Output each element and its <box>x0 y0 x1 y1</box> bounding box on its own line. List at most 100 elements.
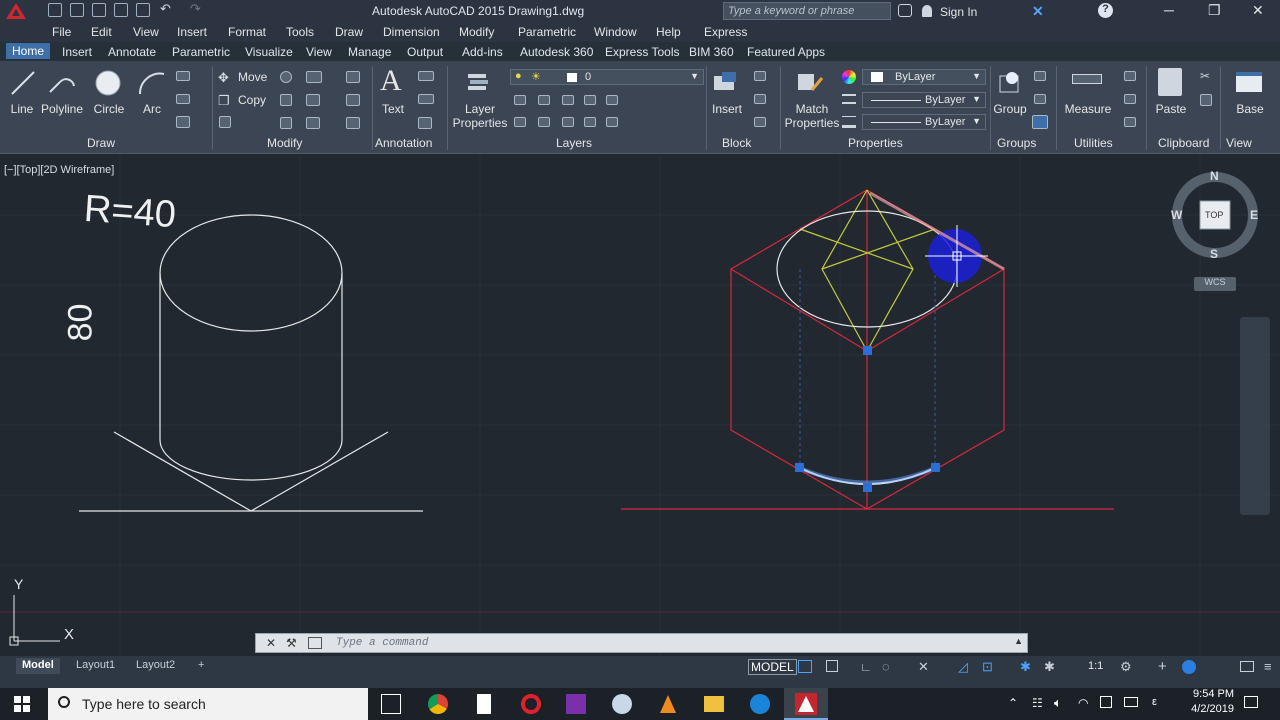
fillet-icon[interactable] <box>306 94 320 106</box>
command-input[interactable]: Type a command <box>336 637 428 649</box>
menu-view[interactable]: View <box>133 25 159 39</box>
move-button[interactable]: Move <box>238 70 267 84</box>
leader-icon[interactable] <box>418 94 434 104</box>
open-icon[interactable] <box>70 3 84 17</box>
menu-help[interactable]: Help <box>656 25 681 39</box>
command-prompt-icon[interactable] <box>308 637 322 649</box>
new-icon[interactable] <box>48 3 62 17</box>
hatch-icon[interactable] <box>176 94 190 104</box>
volume-icon[interactable]: 🔈︎ <box>1054 695 1062 711</box>
layer-dropdown[interactable]: ● ☀ 0 ▼ <box>510 69 704 85</box>
copy-button[interactable]: Copy <box>238 93 266 107</box>
tab-insert[interactable]: Insert <box>62 45 92 59</box>
command-line[interactable]: ✕ ⚒ Type a command ▲ <box>255 633 1028 653</box>
save-icon[interactable] <box>92 3 106 17</box>
array-icon[interactable] <box>306 117 320 129</box>
tab-express-tools[interactable]: Express Tools <box>605 45 679 59</box>
taskbar-search[interactable]: Type here to search <box>48 688 368 720</box>
notifications-icon[interactable] <box>1244 696 1258 708</box>
layer-tool-4-icon[interactable] <box>584 95 596 105</box>
measure-button[interactable]: Measure <box>1062 102 1114 116</box>
tab-manage[interactable]: Manage <box>348 45 391 59</box>
menu-modify[interactable]: Modify <box>459 25 494 39</box>
tab-model[interactable]: Model <box>16 658 60 674</box>
help-icon[interactable]: ? <box>1098 3 1113 18</box>
layer-tool-2-icon[interactable] <box>538 95 550 105</box>
boundary-icon[interactable] <box>176 116 190 128</box>
edge-icon[interactable] <box>750 694 770 714</box>
layer-tool-5-icon[interactable] <box>606 95 618 105</box>
viewcube-top-face[interactable]: TOP <box>1205 210 1223 220</box>
dimension-icon[interactable] <box>418 71 434 81</box>
wcs-menu[interactable]: WCS <box>1194 277 1236 291</box>
tab-home[interactable]: Home <box>6 43 51 59</box>
tab-parametric[interactable]: Parametric <box>172 45 230 59</box>
modify-panel-title[interactable]: Modify <box>267 136 302 150</box>
menu-edit[interactable]: Edit <box>91 25 112 39</box>
rotate-icon[interactable] <box>280 71 292 83</box>
utility-2-icon[interactable] <box>1124 94 1136 104</box>
isodraft-icon[interactable]: ✕ <box>918 659 929 675</box>
draw-panel-title[interactable]: Draw <box>87 136 115 150</box>
menu-tools[interactable]: Tools <box>286 25 314 39</box>
cut-icon[interactable]: ✂ <box>1200 69 1210 83</box>
ungroup-icon[interactable] <box>1034 71 1046 81</box>
wifi-icon[interactable]: ◠ <box>1078 696 1088 710</box>
layer-tool-8-icon[interactable] <box>562 117 574 127</box>
rectangle-icon[interactable] <box>176 71 190 81</box>
menu-window[interactable]: Window <box>594 25 637 39</box>
scale-value[interactable]: 1:1 <box>1088 660 1103 672</box>
language-indicator[interactable]: ε <box>1152 696 1157 708</box>
tray-app-icon[interactable] <box>1100 696 1112 708</box>
ortho-icon[interactable]: ∟ <box>860 660 872 674</box>
minimize-button[interactable]: ─ <box>1164 2 1174 18</box>
tab-annotate[interactable]: Annotate <box>108 45 156 59</box>
utility-3-icon[interactable] <box>1124 117 1136 127</box>
insert-button[interactable]: Insert <box>706 102 748 116</box>
groups-panel-title[interactable]: Groups <box>997 136 1036 150</box>
color-dropdown[interactable]: ByLayer ▼ <box>862 69 986 85</box>
view-panel-title[interactable]: View <box>1226 136 1252 150</box>
redo-icon[interactable]: ↷ <box>190 2 204 17</box>
compass-north[interactable]: N <box>1210 169 1219 183</box>
plus-icon[interactable]: + <box>1158 658 1167 675</box>
grid-icon[interactable] <box>798 660 812 673</box>
clipboard-panel-title[interactable]: Clipboard <box>1158 136 1209 150</box>
scale-icon[interactable] <box>280 117 292 129</box>
stretch-icon[interactable] <box>219 116 231 128</box>
add-layout-icon[interactable]: + <box>192 658 210 674</box>
tab-autodesk-360[interactable]: Autodesk 360 <box>520 45 593 59</box>
trim-icon[interactable] <box>306 71 322 83</box>
autocad-taskbar-button[interactable] <box>784 688 828 720</box>
tab-output[interactable]: Output <box>407 45 443 59</box>
layer-tool-3-icon[interactable] <box>562 95 574 105</box>
clean-screen-icon[interactable] <box>1240 661 1254 672</box>
chevron-up-icon[interactable]: ▲ <box>1014 636 1023 646</box>
tab-layout1[interactable]: Layout1 <box>70 658 121 674</box>
app-logo-icon[interactable] <box>4 2 28 20</box>
chrome-icon[interactable] <box>428 694 448 714</box>
menu-draw[interactable]: Draw <box>335 25 363 39</box>
layer-tool-10-icon[interactable] <box>606 117 618 127</box>
app-icon[interactable] <box>612 694 632 714</box>
undo-icon[interactable]: ↶ <box>160 2 174 17</box>
block-attributes-icon[interactable] <box>754 117 766 127</box>
windows-start-icon[interactable] <box>14 696 30 712</box>
maximize-button[interactable]: ❐ <box>1208 2 1221 19</box>
edit-block-icon[interactable] <box>754 94 766 104</box>
clock-time[interactable]: 9:54 PM <box>1193 688 1234 700</box>
erase-icon[interactable] <box>346 71 360 83</box>
file-icon[interactable] <box>477 694 491 714</box>
copy-clip-icon[interactable] <box>1200 94 1212 106</box>
menu-express[interactable]: Express <box>704 25 747 39</box>
keyboard-icon[interactable] <box>1124 697 1138 707</box>
otrack-icon[interactable]: ⊡ <box>982 659 993 675</box>
group-select-icon[interactable] <box>1032 115 1048 129</box>
tab-view[interactable]: View <box>306 45 332 59</box>
tab-layout2[interactable]: Layout2 <box>130 658 181 674</box>
mirror-icon[interactable] <box>280 94 292 106</box>
annotation-panel-title[interactable]: Annotation <box>375 136 432 150</box>
customize-icon[interactable]: ≡ <box>1264 659 1272 674</box>
exchange-icon[interactable]: ✕ <box>1032 3 1044 20</box>
utility-1-icon[interactable] <box>1124 71 1136 81</box>
